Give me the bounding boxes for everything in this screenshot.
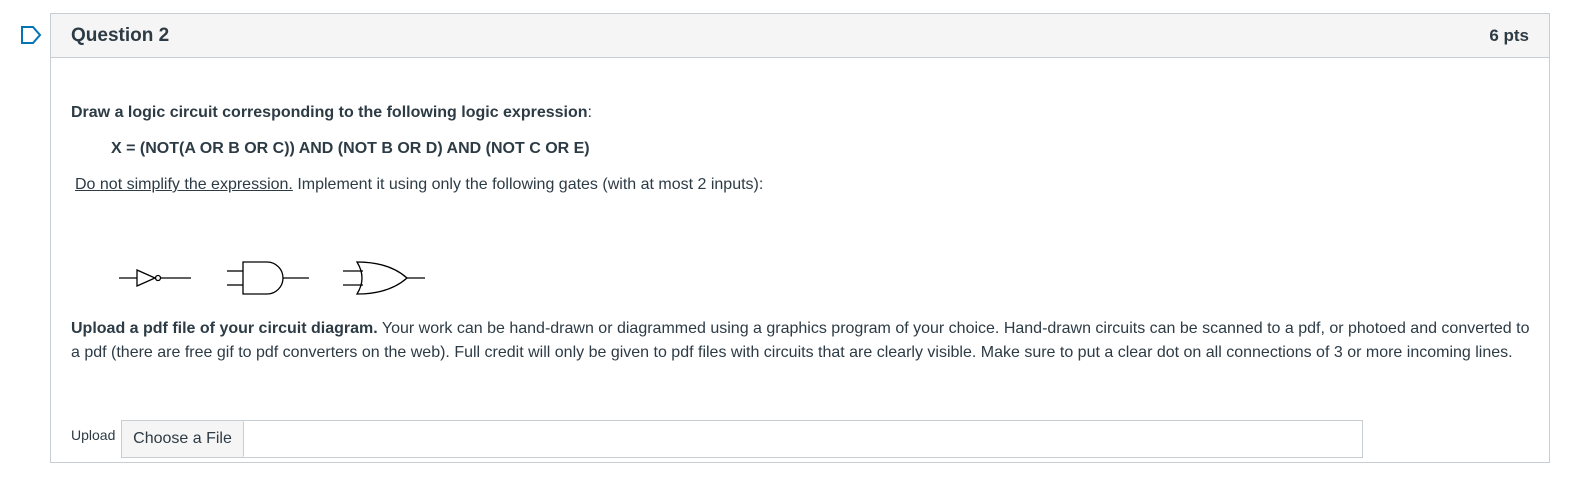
note-rest: Implement it using only the following ga…: [292, 176, 764, 193]
gate-icons: [119, 261, 425, 295]
instruction-text: Draw a logic circuit corresponding to th…: [71, 104, 592, 122]
question-points: 6 pts: [1489, 25, 1529, 45]
instruction-bold: Draw a logic circuit corresponding to th…: [71, 104, 588, 121]
file-upload-field[interactable]: Choose a File: [121, 420, 1363, 458]
question-header: Question 2 6 pts: [51, 14, 1549, 58]
note-underlined: Do not simplify the expression.: [75, 176, 293, 193]
upload-instructions-bold: Upload a pdf file of your circuit diagra…: [71, 320, 378, 337]
or-gate-icon: [343, 261, 425, 295]
note-text: Do not simplify the expression. Implemen…: [75, 176, 763, 194]
not-gate-icon: [119, 268, 191, 288]
upload-label: Upload: [71, 427, 116, 443]
logic-expression: X = (NOT(A OR B OR C)) AND (NOT B OR D) …: [111, 140, 590, 157]
upload-instructions: Upload a pdf file of your circuit diagra…: [71, 317, 1531, 365]
bookmark-flag-icon[interactable]: [20, 25, 42, 45]
question-title: Question 2: [71, 24, 170, 46]
instruction-suffix: :: [587, 104, 592, 121]
choose-file-button[interactable]: Choose a File: [122, 421, 244, 457]
and-gate-icon: [227, 261, 309, 295]
question-card: Question 2 6 pts Draw a logic circuit co…: [50, 13, 1550, 463]
